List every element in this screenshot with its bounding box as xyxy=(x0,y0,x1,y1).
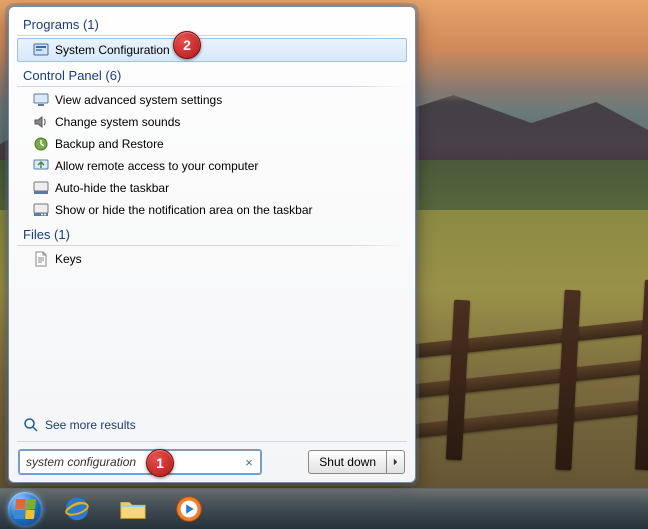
start-menu-search-panel: Programs (1) System Configuration Contro… xyxy=(8,6,416,483)
start-menu-bottom-bar: × Shut down xyxy=(9,442,415,482)
speaker-icon xyxy=(33,114,49,130)
result-label: System Configuration xyxy=(55,43,170,57)
result-auto-hide-taskbar[interactable]: Auto-hide the taskbar xyxy=(9,177,415,199)
result-backup-and-restore[interactable]: Backup and Restore xyxy=(9,133,415,155)
backup-icon xyxy=(33,136,49,152)
search-results: Programs (1) System Configuration Contro… xyxy=(9,7,415,417)
callout-badge-2: 2 xyxy=(173,31,201,59)
result-allow-remote-access[interactable]: Allow remote access to your computer xyxy=(9,155,415,177)
result-label: Change system sounds xyxy=(55,115,180,129)
divider xyxy=(17,86,407,87)
shutdown-split-button: Shut down xyxy=(308,450,405,474)
shutdown-options-button[interactable] xyxy=(387,450,405,474)
result-label: Backup and Restore xyxy=(55,137,164,151)
result-change-system-sounds[interactable]: Change system sounds xyxy=(9,111,415,133)
start-button[interactable] xyxy=(2,490,48,528)
result-notification-area[interactable]: Show or hide the notification area on th… xyxy=(9,199,415,221)
search-icon xyxy=(23,417,39,433)
text-file-icon xyxy=(33,251,49,267)
group-header-files: Files (1) xyxy=(9,221,415,244)
result-label: Allow remote access to your computer xyxy=(55,159,258,173)
see-more-results-link[interactable]: See more results xyxy=(9,417,415,441)
taskbar-item-file-explorer[interactable] xyxy=(106,491,160,527)
folder-icon xyxy=(118,494,148,524)
result-system-configuration[interactable]: System Configuration xyxy=(17,38,407,62)
taskbar-icon xyxy=(33,180,49,196)
clear-search-button[interactable]: × xyxy=(241,454,257,470)
chevron-right-icon xyxy=(393,458,398,466)
shutdown-button[interactable]: Shut down xyxy=(308,450,387,474)
tray-icon xyxy=(33,202,49,218)
remote-icon xyxy=(33,158,49,174)
result-view-advanced-system-settings[interactable]: View advanced system settings xyxy=(9,89,415,111)
divider xyxy=(17,35,407,36)
divider xyxy=(17,245,407,246)
result-label: View advanced system settings xyxy=(55,93,222,107)
result-label: Show or hide the notification area on th… xyxy=(55,203,313,217)
group-header-control-panel: Control Panel (6) xyxy=(9,62,415,85)
result-keys-file[interactable]: Keys xyxy=(9,248,415,270)
media-player-icon xyxy=(174,494,204,524)
taskbar-item-media-player[interactable] xyxy=(162,491,216,527)
msconfig-icon xyxy=(33,42,49,58)
search-input[interactable] xyxy=(19,450,261,474)
search-box-wrap: × xyxy=(19,450,261,474)
callout-badge-1: 1 xyxy=(146,449,174,477)
windows-orb-icon xyxy=(8,492,42,526)
monitor-icon xyxy=(33,92,49,108)
result-label: Auto-hide the taskbar xyxy=(55,181,169,195)
result-label: Keys xyxy=(55,252,82,266)
see-more-results-label: See more results xyxy=(45,418,136,432)
group-header-programs: Programs (1) xyxy=(9,11,415,34)
taskbar xyxy=(0,488,648,529)
taskbar-item-internet-explorer[interactable] xyxy=(50,491,104,527)
internet-explorer-icon xyxy=(62,494,92,524)
